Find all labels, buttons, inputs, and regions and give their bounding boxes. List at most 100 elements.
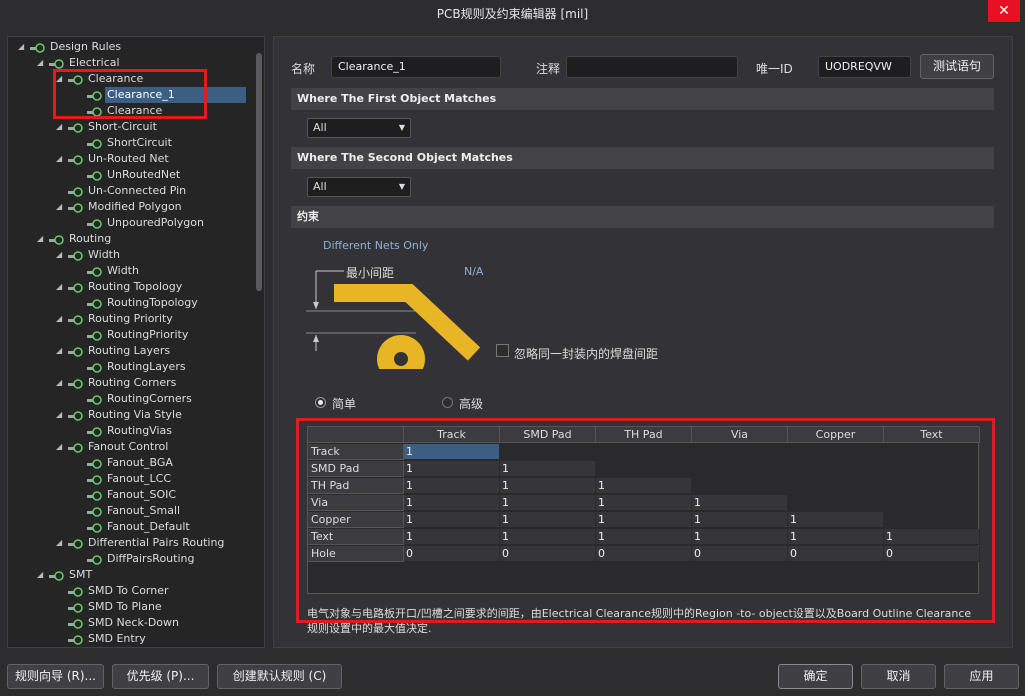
matrix-cell[interactable]: 1 — [692, 529, 788, 545]
window-title: PCB规则及约束编辑器 [mil] — [436, 7, 589, 21]
routing-icon — [49, 234, 64, 245]
matrix-row-header: Text — [308, 529, 404, 545]
tree-item-label: RoutingVias — [107, 424, 172, 437]
routing-vias-rule-icon — [87, 426, 102, 437]
tree-item-label: RoutingTopology — [107, 296, 198, 309]
expand-arrow-icon[interactable]: ◢ — [37, 567, 47, 583]
fanout-rule-icon — [87, 458, 102, 469]
tree-item-label: RoutingPriority — [107, 328, 189, 341]
arrow-down-icon — [313, 302, 319, 309]
unique-id-input[interactable]: UODREQVW — [818, 56, 911, 78]
expand-arrow-icon[interactable]: ◢ — [37, 55, 47, 71]
matrix-cell[interactable]: 1 — [500, 461, 596, 477]
name-input[interactable]: Clearance_1 — [331, 56, 501, 78]
expand-arrow-icon[interactable]: ◢ — [56, 535, 66, 551]
expand-arrow-icon[interactable]: ◢ — [56, 439, 66, 455]
clearance-rule-icon — [87, 90, 102, 101]
test-query-button[interactable]: 测试语句 — [920, 54, 994, 79]
unrouted-net-icon — [68, 154, 83, 165]
matrix-cell[interactable]: 0 — [788, 546, 884, 562]
matrix-cell[interactable]: 1 — [404, 512, 500, 528]
matrix-cell[interactable]: 1 — [404, 495, 500, 511]
second-match-header: Where The Second Object Matches — [291, 147, 994, 169]
routing-topology-rule-icon — [87, 298, 102, 309]
rule-wizard-button[interactable]: 规则向导 (R)... — [7, 664, 104, 689]
expand-arrow-icon[interactable]: ◢ — [56, 151, 66, 167]
tree-scrollbar-thumb[interactable] — [256, 53, 262, 291]
matrix-cell[interactable]: 1 — [500, 478, 596, 494]
matrix-column-header: SMD Pad — [500, 427, 596, 443]
routing-corners-icon — [68, 378, 83, 389]
matrix-row-header: TH Pad — [308, 478, 404, 494]
expand-arrow-icon[interactable]: ◢ — [56, 247, 66, 263]
tree-item-label: Fanout_Default — [107, 520, 190, 533]
unique-id-label: 唯一ID — [756, 62, 793, 76]
close-button[interactable]: ✕ — [988, 0, 1020, 22]
unrouted-net-rule-icon — [87, 170, 102, 181]
matrix-cell[interactable]: 0 — [500, 546, 596, 562]
matrix-cell[interactable]: 0 — [692, 546, 788, 562]
matrix-cell[interactable]: 1 — [404, 461, 500, 477]
ignore-pad-label: 忽略同一封装内的焊盘间距 — [514, 347, 659, 361]
matrix-cell[interactable]: 1 — [596, 495, 692, 511]
fanout-rule-icon — [87, 490, 102, 501]
fanout-rule-icon — [87, 522, 102, 533]
matrix-cell[interactable]: 1 — [500, 495, 596, 511]
apply-button[interactable]: 应用 — [944, 664, 1019, 689]
expand-arrow-icon[interactable]: ◢ — [37, 231, 47, 247]
routing-corners-rule-icon — [87, 394, 102, 405]
expand-arrow-icon[interactable]: ◢ — [56, 119, 66, 135]
comment-input[interactable] — [566, 56, 738, 78]
expand-arrow-icon[interactable]: ◢ — [56, 311, 66, 327]
create-default-rules-button[interactable]: 创建默认规则 (C) — [217, 664, 342, 689]
matrix-cell[interactable]: 1 — [596, 478, 692, 494]
tree-item-label: SMD Neck-Down — [88, 616, 179, 629]
matrix-cell[interactable]: 1 — [596, 529, 692, 545]
matrix-cell[interactable]: 1 — [404, 478, 500, 494]
second-match-value: All — [313, 180, 327, 193]
expand-arrow-icon[interactable]: ◢ — [18, 39, 28, 55]
matrix-cell[interactable]: 0 — [404, 546, 500, 562]
tree-item-label: RoutingLayers — [107, 360, 186, 373]
clearance-icon — [68, 74, 83, 85]
ignore-pad-checkbox[interactable] — [496, 344, 509, 357]
tree-item-label: Width — [107, 264, 139, 277]
tree-item-label: Modified Polygon — [88, 200, 182, 213]
matrix-cell[interactable]: 0 — [596, 546, 692, 562]
net-scope-select[interactable]: Different Nets Only — [323, 239, 428, 252]
matrix-cell[interactable]: 1 — [404, 444, 500, 460]
matrix-cell[interactable]: 1 — [500, 512, 596, 528]
matrix-cell[interactable]: 1 — [884, 529, 980, 545]
matrix-cell[interactable]: 0 — [884, 546, 980, 562]
expand-arrow-icon[interactable]: ◢ — [56, 71, 66, 87]
matrix-cell[interactable]: 1 — [788, 529, 884, 545]
ok-button[interactable]: 确定 — [778, 664, 853, 689]
expand-arrow-icon[interactable]: ◢ — [56, 343, 66, 359]
tree-scrollbar[interactable] — [255, 39, 263, 645]
matrix-row-header: Copper — [308, 512, 404, 528]
expand-arrow-icon[interactable]: ◢ — [56, 407, 66, 423]
simple-mode-radio[interactable] — [315, 397, 326, 408]
rules-tree: ◢ Design Rules ◢ Electrical ◢ Clearance Cleara… — [7, 36, 265, 648]
advanced-mode-radio[interactable] — [442, 397, 453, 408]
matrix-row-header: Via — [308, 495, 404, 511]
advanced-mode-label: 高级 — [459, 397, 484, 411]
matrix-cell[interactable]: 1 — [788, 512, 884, 528]
cancel-button[interactable]: 取消 — [861, 664, 936, 689]
rule-detail-panel: 名称 Clearance_1 注释 唯一ID UODREQVW 测试语句 Whe… — [273, 36, 1013, 648]
first-match-select[interactable]: All ▼ — [307, 118, 411, 138]
matrix-cell[interactable]: 1 — [692, 512, 788, 528]
priority-button[interactable]: 优先级 (P)... — [112, 664, 209, 689]
smd-icon — [68, 586, 83, 597]
matrix-cell[interactable]: 1 — [404, 529, 500, 545]
matrix-cell[interactable]: 1 — [500, 529, 596, 545]
expand-arrow-icon[interactable]: ◢ — [56, 199, 66, 215]
expand-arrow-icon[interactable]: ◢ — [56, 279, 66, 295]
tree-item-label: Electrical — [69, 56, 120, 69]
matrix-cell[interactable]: 1 — [596, 512, 692, 528]
expand-arrow-icon[interactable]: ◢ — [56, 375, 66, 391]
matrix-cell[interactable]: 1 — [692, 495, 788, 511]
second-match-select[interactable]: All ▼ — [307, 177, 411, 197]
tree-item-label: Routing Priority — [88, 312, 173, 325]
tree-item-label: SMD Entry — [88, 632, 146, 645]
